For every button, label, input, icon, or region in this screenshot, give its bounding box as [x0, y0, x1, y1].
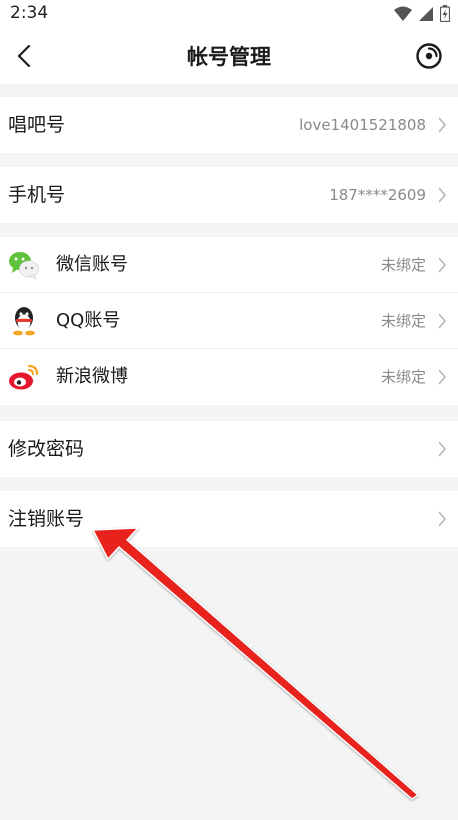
- weibo-icon: [9, 364, 39, 390]
- phone-row[interactable]: 手机号 187****2609: [0, 167, 458, 223]
- chevron-right-icon: [438, 257, 447, 273]
- chevron-right-icon: [438, 187, 447, 203]
- changba-id-value: love1401521808: [299, 116, 426, 134]
- chevron-right-icon: [438, 441, 447, 457]
- chevron-right-icon: [438, 313, 447, 329]
- chevron-right-icon: [438, 369, 447, 385]
- group-social-bindings: 微信账号 未绑定 QQ账号 未绑定 新浪微博 未绑定: [0, 237, 458, 405]
- page-title: 帐号管理: [187, 45, 271, 69]
- wifi-icon: [394, 6, 412, 21]
- deactivate-account-label: 注销账号: [8, 508, 85, 530]
- chevron-right-icon: [438, 117, 447, 133]
- group-changba-id: 唱吧号 love1401521808: [0, 97, 458, 153]
- wechat-icon: [9, 252, 39, 280]
- qq-penguin-icon: [13, 307, 35, 336]
- change-password-row[interactable]: 修改密码: [0, 421, 458, 477]
- battery-charging-icon: [440, 5, 450, 22]
- group-phone: 手机号 187****2609: [0, 167, 458, 223]
- record-disc-icon: [416, 43, 442, 69]
- changba-id-label: 唱吧号: [8, 114, 66, 136]
- wechat-row[interactable]: 微信账号 未绑定: [0, 237, 458, 293]
- status-time: 2:34: [10, 3, 49, 23]
- chevron-right-icon: [438, 511, 447, 527]
- weibo-row[interactable]: 新浪微博 未绑定: [0, 349, 458, 405]
- change-password-label: 修改密码: [8, 438, 85, 460]
- qq-label: QQ账号: [56, 310, 121, 331]
- cellular-signal-icon: [419, 6, 433, 21]
- weibo-label: 新浪微博: [56, 366, 128, 387]
- nav-bar: 帐号管理: [0, 28, 458, 84]
- changba-id-row[interactable]: 唱吧号 love1401521808: [0, 97, 458, 153]
- annotation-arrow-shape: [92, 527, 419, 800]
- group-change-password: 修改密码: [0, 421, 458, 477]
- qq-row[interactable]: QQ账号 未绑定: [0, 293, 458, 349]
- wechat-label: 微信账号: [56, 254, 128, 275]
- group-deactivate: 注销账号: [0, 491, 458, 547]
- weibo-value: 未绑定: [380, 368, 426, 386]
- deactivate-account-row[interactable]: 注销账号: [0, 491, 458, 547]
- record-disc-button[interactable]: [414, 41, 444, 71]
- status-bar: 2:34: [0, 0, 458, 28]
- phone-value: 187****2609: [329, 186, 426, 204]
- status-icons: [394, 5, 450, 22]
- phone-label: 手机号: [8, 184, 66, 206]
- qq-value: 未绑定: [380, 312, 426, 330]
- wechat-value: 未绑定: [380, 256, 426, 274]
